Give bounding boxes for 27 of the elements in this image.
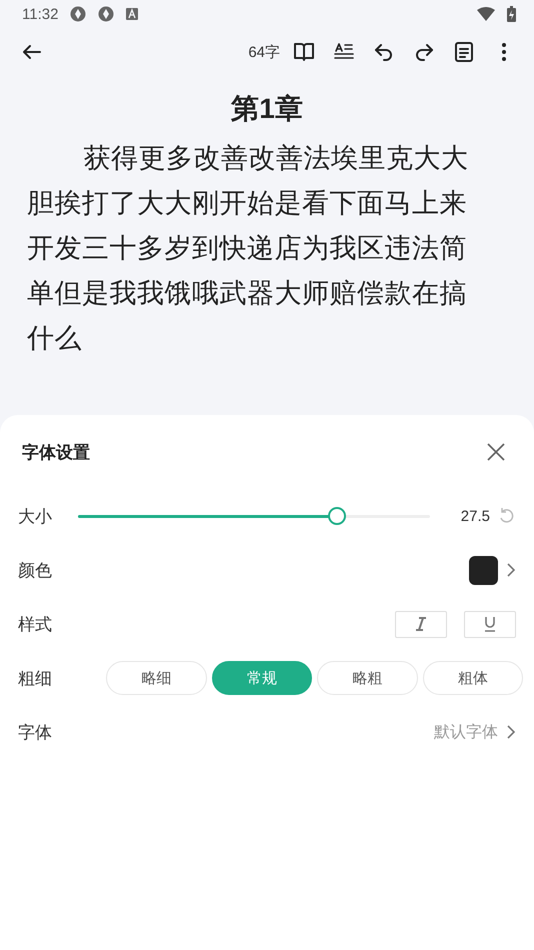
weight-option[interactable]: 略细 xyxy=(106,661,206,695)
word-count: 64字 xyxy=(248,42,280,62)
size-value: 27.5 xyxy=(460,508,490,524)
slider-thumb[interactable] xyxy=(328,506,346,524)
aperture-icon xyxy=(70,6,86,22)
color-label: 颜色 xyxy=(18,560,53,582)
italic-button[interactable] xyxy=(395,610,447,638)
chapter-title: 第1章 xyxy=(230,92,304,126)
italic-icon xyxy=(414,617,428,631)
underline-icon xyxy=(483,616,497,632)
weight-option[interactable]: 略粗 xyxy=(317,661,418,695)
size-label: 大小 xyxy=(18,506,53,528)
sheet-title: 字体设置 xyxy=(22,442,91,464)
underline-button[interactable] xyxy=(464,610,516,638)
color-swatch[interactable] xyxy=(469,556,498,584)
chevron-right-icon xyxy=(506,562,516,578)
chapter-text: 获得更多改善改善法埃里克大大胆挨打了大大刚开始是看下面马上来开发三十多岁到快递店为我区违法简单但是我我饿哦武器大师赔偿款在搞什么 xyxy=(26,142,470,355)
font-label: 字体 xyxy=(18,722,53,744)
battery-icon xyxy=(507,6,516,22)
font-icon xyxy=(126,8,138,20)
weight-label: 粗细 xyxy=(18,668,53,690)
status-time: 11:32 xyxy=(22,6,58,22)
aperture-icon xyxy=(98,6,114,22)
weight-option[interactable]: 粗体 xyxy=(422,661,523,695)
chevron-right-icon xyxy=(506,724,516,740)
wifi-icon xyxy=(477,7,495,21)
style-label: 样式 xyxy=(18,614,53,636)
